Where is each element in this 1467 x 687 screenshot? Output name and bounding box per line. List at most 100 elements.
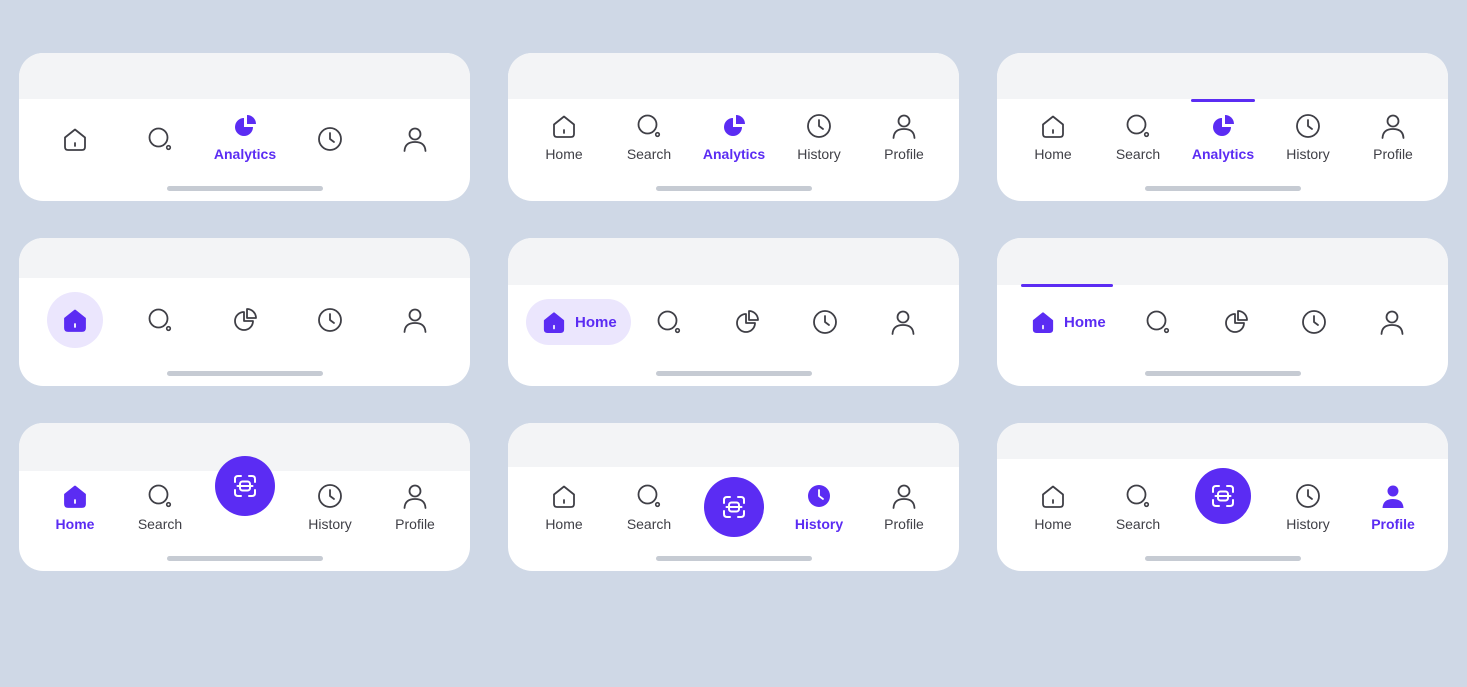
- nav-item-profile[interactable]: Profile: [370, 482, 460, 532]
- home-icon: [550, 112, 578, 140]
- active-top-indicator: [1021, 284, 1113, 287]
- nav-label-search: Search: [1115, 146, 1161, 162]
- nav-item-history[interactable]: [285, 125, 375, 153]
- profile-icon: [890, 112, 918, 140]
- nav-item-profile[interactable]: [370, 125, 460, 153]
- nav-item-search[interactable]: [1113, 308, 1203, 336]
- nav-item-analytics[interactable]: [200, 306, 290, 334]
- nav-item-home[interactable]: Home: [519, 112, 609, 162]
- search-icon: [1124, 112, 1152, 140]
- nav-item-history[interactable]: [1269, 308, 1359, 336]
- nav-label-history: History: [797, 146, 841, 162]
- nav-item-profile[interactable]: [370, 306, 460, 334]
- profile-icon: [1379, 112, 1407, 140]
- home-indicator: [167, 371, 323, 376]
- nav-item-analytics[interactable]: [1191, 308, 1281, 336]
- content-area: [19, 238, 470, 278]
- home-icon: [1039, 482, 1067, 510]
- nav-item-history[interactable]: History: [1263, 112, 1353, 162]
- search-icon: [655, 308, 683, 336]
- profile-icon: [890, 482, 918, 510]
- scan-button[interactable]: [215, 456, 275, 516]
- nav-item-profile[interactable]: Profile: [859, 112, 949, 162]
- nav-bar-variant-3: Home Search Analytics History Profile: [997, 53, 1448, 201]
- search-icon: [146, 482, 174, 510]
- nav-label-home: Home: [545, 516, 583, 532]
- home-indicator: [1145, 371, 1301, 376]
- home-icon: [1039, 112, 1067, 140]
- nav-label-search: Search: [626, 146, 672, 162]
- nav-item-home[interactable]: [30, 306, 120, 334]
- nav-label-profile: Profile: [884, 516, 924, 532]
- analytics-icon: [231, 306, 259, 334]
- nav-item-search[interactable]: [115, 306, 205, 334]
- profile-icon: [889, 308, 917, 336]
- nav-item-home[interactable]: Home: [1030, 309, 1106, 335]
- nav-item-search[interactable]: Search: [1093, 112, 1183, 162]
- nav-item-home[interactable]: [30, 125, 120, 153]
- nav-item-analytics[interactable]: [702, 308, 792, 336]
- nav-item-search[interactable]: Search: [604, 112, 694, 162]
- content-area: [997, 423, 1448, 459]
- nav-bar-variant-2: Home Search Analytics History Profile: [508, 53, 959, 201]
- home-indicator: [656, 556, 812, 561]
- nav-item-profile[interactable]: [858, 308, 948, 336]
- nav-item-home[interactable]: Home: [30, 482, 120, 532]
- home-icon: [61, 482, 89, 510]
- nav-item-home[interactable]: Home: [1008, 482, 1098, 532]
- search-icon: [635, 482, 663, 510]
- nav-label-profile: Profile: [884, 146, 924, 162]
- nav-item-search[interactable]: [624, 308, 714, 336]
- nav-item-profile[interactable]: Profile: [1348, 112, 1438, 162]
- history-icon: [316, 125, 344, 153]
- nav-label-history: History: [1286, 516, 1330, 532]
- nav-item-analytics[interactable]: Analytics: [689, 112, 779, 162]
- nav-label-home: Home: [55, 516, 95, 532]
- history-icon: [316, 306, 344, 334]
- nav-item-history[interactable]: History: [285, 482, 375, 532]
- nav-item-search[interactable]: Search: [115, 482, 205, 532]
- nav-item-history[interactable]: [285, 306, 375, 334]
- analytics-icon: [231, 112, 259, 140]
- nav-item-home[interactable]: Home: [526, 299, 631, 345]
- nav-label-home: Home: [1034, 516, 1072, 532]
- nav-item-history[interactable]: History: [774, 112, 864, 162]
- home-icon: [541, 309, 567, 335]
- nav-item-home[interactable]: Home: [519, 482, 609, 532]
- nav-item-history[interactable]: History: [1263, 482, 1353, 532]
- profile-icon: [401, 125, 429, 153]
- nav-item-profile[interactable]: Profile: [1348, 482, 1438, 532]
- history-icon: [1294, 112, 1322, 140]
- nav-item-profile[interactable]: Profile: [859, 482, 949, 532]
- history-icon: [805, 112, 833, 140]
- scan-icon: [720, 493, 748, 521]
- nav-item-analytics[interactable]: Analytics: [200, 112, 290, 162]
- nav-item-history[interactable]: History: [774, 482, 864, 532]
- nav-item-home[interactable]: Home: [1008, 112, 1098, 162]
- nav-item-profile[interactable]: [1347, 308, 1437, 336]
- home-indicator: [167, 186, 323, 191]
- search-icon: [146, 306, 174, 334]
- analytics-icon: [720, 112, 748, 140]
- profile-icon: [1378, 308, 1406, 336]
- scan-button[interactable]: [704, 477, 764, 537]
- scan-button[interactable]: [1195, 468, 1251, 524]
- nav-item-search[interactable]: [115, 125, 205, 153]
- analytics-icon: [1209, 112, 1237, 140]
- nav-item-search[interactable]: Search: [1093, 482, 1183, 532]
- nav-item-search[interactable]: Search: [604, 482, 694, 532]
- nav-bar-variant-4: [19, 238, 470, 386]
- scan-icon: [1209, 482, 1237, 510]
- profile-icon: [1379, 482, 1407, 510]
- nav-item-analytics[interactable]: Analytics: [1178, 112, 1268, 162]
- nav-label-analytics: Analytics: [1191, 146, 1255, 162]
- nav-item-history[interactable]: [780, 308, 870, 336]
- nav-label-analytics: Analytics: [702, 146, 766, 162]
- analytics-icon: [1222, 308, 1250, 336]
- active-top-indicator: [1191, 99, 1255, 102]
- analytics-icon: [733, 308, 761, 336]
- history-icon: [811, 308, 839, 336]
- profile-icon: [401, 482, 429, 510]
- history-icon: [1300, 308, 1328, 336]
- home-indicator: [1145, 186, 1301, 191]
